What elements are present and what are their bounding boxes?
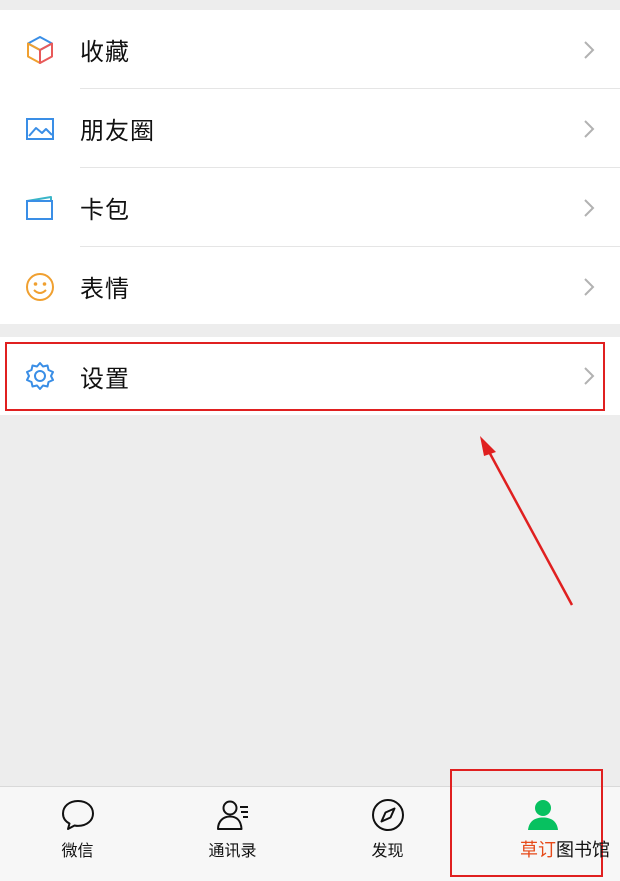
tab-me[interactable] — [465, 787, 620, 881]
tab-chats[interactable]: 微信 — [0, 787, 155, 881]
chevron-right-icon — [582, 118, 596, 140]
tab-contacts[interactable]: 通讯录 — [155, 787, 310, 881]
menu-item-favorites[interactable]: 收藏 — [0, 10, 620, 89]
menu-item-cards[interactable]: 卡包 — [0, 168, 620, 247]
chevron-right-icon — [582, 39, 596, 61]
tab-discover[interactable]: 发现 — [310, 787, 465, 881]
watermark-part-b: 图书馆 — [556, 840, 610, 861]
menu-item-label: 收藏 — [80, 38, 130, 66]
menu-item-label: 卡包 — [80, 196, 130, 224]
chevron-right-icon — [582, 365, 596, 387]
tab-label: 通讯录 — [208, 841, 257, 860]
chevron-right-icon — [582, 276, 596, 298]
smile-icon — [24, 271, 56, 303]
person-icon — [525, 797, 561, 833]
gear-icon — [24, 360, 56, 392]
image-icon — [24, 113, 56, 145]
compass-icon — [370, 797, 406, 833]
menu-item-moments[interactable]: 朋友圈 — [0, 89, 620, 168]
contacts-icon — [215, 797, 251, 833]
watermark-part-a: 草订 — [520, 840, 556, 861]
card-icon — [24, 192, 56, 224]
chat-bubble-icon — [60, 797, 96, 833]
menu-item-label: 朋友圈 — [80, 117, 155, 145]
menu-item-settings[interactable]: 设置 — [0, 337, 620, 415]
chevron-right-icon — [582, 197, 596, 219]
menu-group-settings: 设置 — [0, 337, 620, 415]
menu-item-stickers[interactable]: 表情 — [0, 247, 620, 326]
menu-group-main: 收藏 朋友圈 卡包 表情 — [0, 10, 620, 324]
watermark: 草订图书馆 — [520, 836, 610, 862]
cube-icon — [24, 34, 56, 66]
menu-item-label: 设置 — [80, 364, 130, 393]
tab-label: 发现 — [371, 841, 404, 860]
menu-item-label: 表情 — [80, 275, 130, 303]
tab-label: 微信 — [61, 841, 94, 860]
bottom-tab-bar: 微信 通讯录 发现 — [0, 786, 620, 881]
